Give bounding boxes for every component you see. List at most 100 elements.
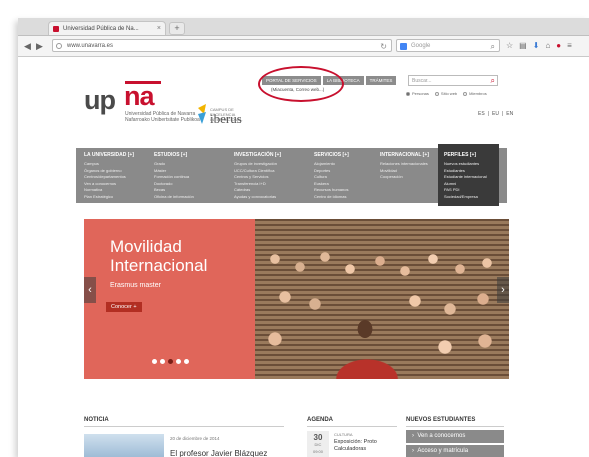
- conocer-button[interactable]: Conocer +: [106, 302, 142, 312]
- menu-item[interactable]: Ven a conocernos: [84, 181, 134, 188]
- url-text: www.unavarra.es: [67, 43, 114, 49]
- back-button[interactable]: ◀: [24, 40, 31, 52]
- iberus-logo[interactable]: CAMPUS DE EXCELENCIA INTERNACIONAL iberu…: [196, 104, 256, 126]
- menu-item[interactable]: Becas: [154, 187, 194, 194]
- link-label: Ven a conocernos: [417, 433, 466, 439]
- agenda-title[interactable]: Exposición: Proto Calculadoras: [334, 439, 394, 453]
- menu-col-servicios: SERVICIOS [+] Alojamiento Deportes Cultu…: [314, 152, 349, 201]
- home-icon[interactable]: ⌂: [545, 40, 550, 52]
- radio-personas[interactable]: Personas: [406, 91, 429, 96]
- radio-dot-icon: [434, 91, 439, 96]
- slide-dot[interactable]: [168, 359, 173, 364]
- menu-item[interactable]: Oficina de información: [154, 194, 194, 201]
- menu-item[interactable]: Movilidad: [380, 168, 429, 175]
- radio-sitio-web[interactable]: Sitio web: [434, 91, 457, 96]
- slide-dot[interactable]: [152, 359, 157, 364]
- menu-item[interactable]: Relaciones internacionales: [380, 161, 429, 168]
- menu-item[interactable]: Alumni: [444, 181, 487, 188]
- menu-icon[interactable]: ≡: [567, 40, 572, 52]
- menu-item[interactable]: Normativa: [84, 187, 134, 194]
- menu-item[interactable]: Grado: [154, 161, 194, 168]
- news-title[interactable]: El profesor Javier Blázquez: [170, 449, 267, 457]
- menu-item[interactable]: Plan Estratégico: [84, 194, 134, 201]
- browser-window: Universidad Pública de Na... × + ◀ ▶ www…: [18, 18, 589, 457]
- ven-a-conocernos-link[interactable]: › Ven a conocernos: [406, 430, 504, 443]
- address-bar[interactable]: www.unavarra.es ↻: [52, 39, 392, 52]
- menu-item[interactable]: Formación continua: [154, 174, 194, 181]
- agenda-month: DIC: [314, 442, 322, 447]
- menu-col-investigacion: INVESTIGACIÓN [+] Grupos de investigació…: [234, 152, 281, 201]
- menu-heading[interactable]: LA UNIVERSIDAD [+]: [84, 152, 134, 158]
- menu-item[interactable]: Transferencia I+D: [234, 181, 281, 188]
- search-icon[interactable]: ⌕: [491, 40, 495, 53]
- menu-item[interactable]: Grupos de investigación: [234, 161, 281, 168]
- new-tab-button[interactable]: +: [169, 22, 185, 35]
- menu-heading[interactable]: SERVICIOS [+]: [314, 152, 349, 158]
- slide-dot[interactable]: [160, 359, 165, 364]
- menu-item[interactable]: Recursos humanos: [314, 187, 349, 194]
- agenda-date-box: 30 DIC 09:00: [307, 431, 329, 457]
- menu-heading[interactable]: PERFILES [+]: [444, 152, 487, 158]
- forward-button[interactable]: ▶: [36, 40, 43, 52]
- toolbar-icons: ☆ ▤ ⬇ ⌂ ● ≡: [506, 40, 572, 52]
- tramites-button[interactable]: TRÁMITES: [365, 76, 397, 85]
- agenda-heading: AGENDA: [307, 417, 397, 427]
- menu-heading[interactable]: INVESTIGACIÓN [+]: [234, 152, 281, 158]
- addon-icon[interactable]: ●: [556, 40, 561, 52]
- menu-item[interactable]: Alojamiento: [314, 161, 349, 168]
- menu-item[interactable]: PAS PDI: [444, 187, 487, 194]
- menu-item[interactable]: Campus: [84, 161, 134, 168]
- link-label: Acceso y matrícula: [417, 448, 469, 454]
- tab-bar: Universidad Pública de Na... × +: [18, 18, 589, 36]
- lang-en[interactable]: EN: [506, 111, 513, 117]
- menu-item[interactable]: Cooperación: [380, 174, 429, 181]
- star-icon[interactable]: ☆: [506, 40, 513, 52]
- lang-eu[interactable]: EU: [492, 111, 499, 117]
- site-search-placeholder: Buscar...: [412, 78, 432, 84]
- news-date: 20 de diciembre de 2014: [170, 436, 220, 441]
- slide-dot[interactable]: [176, 359, 181, 364]
- menu-heading[interactable]: ESTUDIOS [+]: [154, 152, 194, 158]
- menu-item[interactable]: Sociedad/Empresa: [444, 194, 487, 201]
- menu-item[interactable]: Estudiante internacional: [444, 174, 487, 181]
- menu-item[interactable]: Deportes: [314, 168, 349, 175]
- radio-miembros[interactable]: Miembros: [463, 91, 487, 96]
- menu-item[interactable]: Euskera: [314, 181, 349, 188]
- reload-icon[interactable]: ↻: [380, 40, 387, 53]
- news-heading: NOTICIA: [84, 417, 284, 427]
- menu-heading[interactable]: INTERNACIONAL [+]: [380, 152, 429, 158]
- menu-item[interactable]: Órganos de gobierno: [84, 168, 134, 175]
- menu-item[interactable]: Nuevos estudiantes: [444, 161, 487, 168]
- menu-item[interactable]: Cátedras: [234, 187, 281, 194]
- site-search-icon[interactable]: ⌕: [491, 76, 495, 86]
- close-tab-icon[interactable]: ×: [157, 22, 161, 35]
- menu-item[interactable]: Cultura: [314, 174, 349, 181]
- menu-item[interactable]: Ayudas y convocatorias: [234, 194, 281, 201]
- tab-title: Universidad Pública de Na...: [63, 26, 139, 32]
- lang-es[interactable]: ES: [478, 111, 485, 117]
- menu-item[interactable]: Estudiantes: [444, 168, 487, 175]
- menu-item[interactable]: UCC/Cultura Científica: [234, 168, 281, 175]
- menu-item[interactable]: Doctorado: [154, 181, 194, 188]
- highlight-circle: [258, 66, 344, 102]
- hero-panel: Movilidad Internacional Erasmus master C…: [84, 219, 255, 379]
- news-thumbnail[interactable]: [84, 434, 164, 457]
- menu-item[interactable]: Centros y Servicios: [234, 174, 281, 181]
- menu-col-internacional: INTERNACIONAL [+] Relaciones internacion…: [380, 152, 429, 181]
- browser-search-box[interactable]: Google ⌕: [396, 39, 500, 52]
- site-search-input[interactable]: Buscar... ⌕: [408, 75, 498, 86]
- menu-item[interactable]: Centro de idiomas: [314, 194, 349, 201]
- acceso-matricula-link[interactable]: › Acceso y matrícula: [406, 445, 504, 457]
- download-icon[interactable]: ⬇: [533, 40, 540, 52]
- prev-slide-button[interactable]: ‹: [84, 277, 96, 303]
- menu-item[interactable]: Centros/departamentos: [84, 174, 134, 181]
- reader-icon[interactable]: ▤: [519, 40, 527, 52]
- slide-dot[interactable]: [184, 359, 189, 364]
- browser-tab[interactable]: Universidad Pública de Na... ×: [48, 21, 166, 35]
- radio-label: Personas: [412, 91, 429, 96]
- menu-item[interactable]: Máster: [154, 168, 194, 175]
- agenda-category: CULTURA: [334, 432, 353, 437]
- radio-label: Miembros: [469, 91, 487, 96]
- hero-carousel: Movilidad Internacional Erasmus master C…: [84, 219, 509, 379]
- next-slide-button[interactable]: ›: [497, 277, 509, 303]
